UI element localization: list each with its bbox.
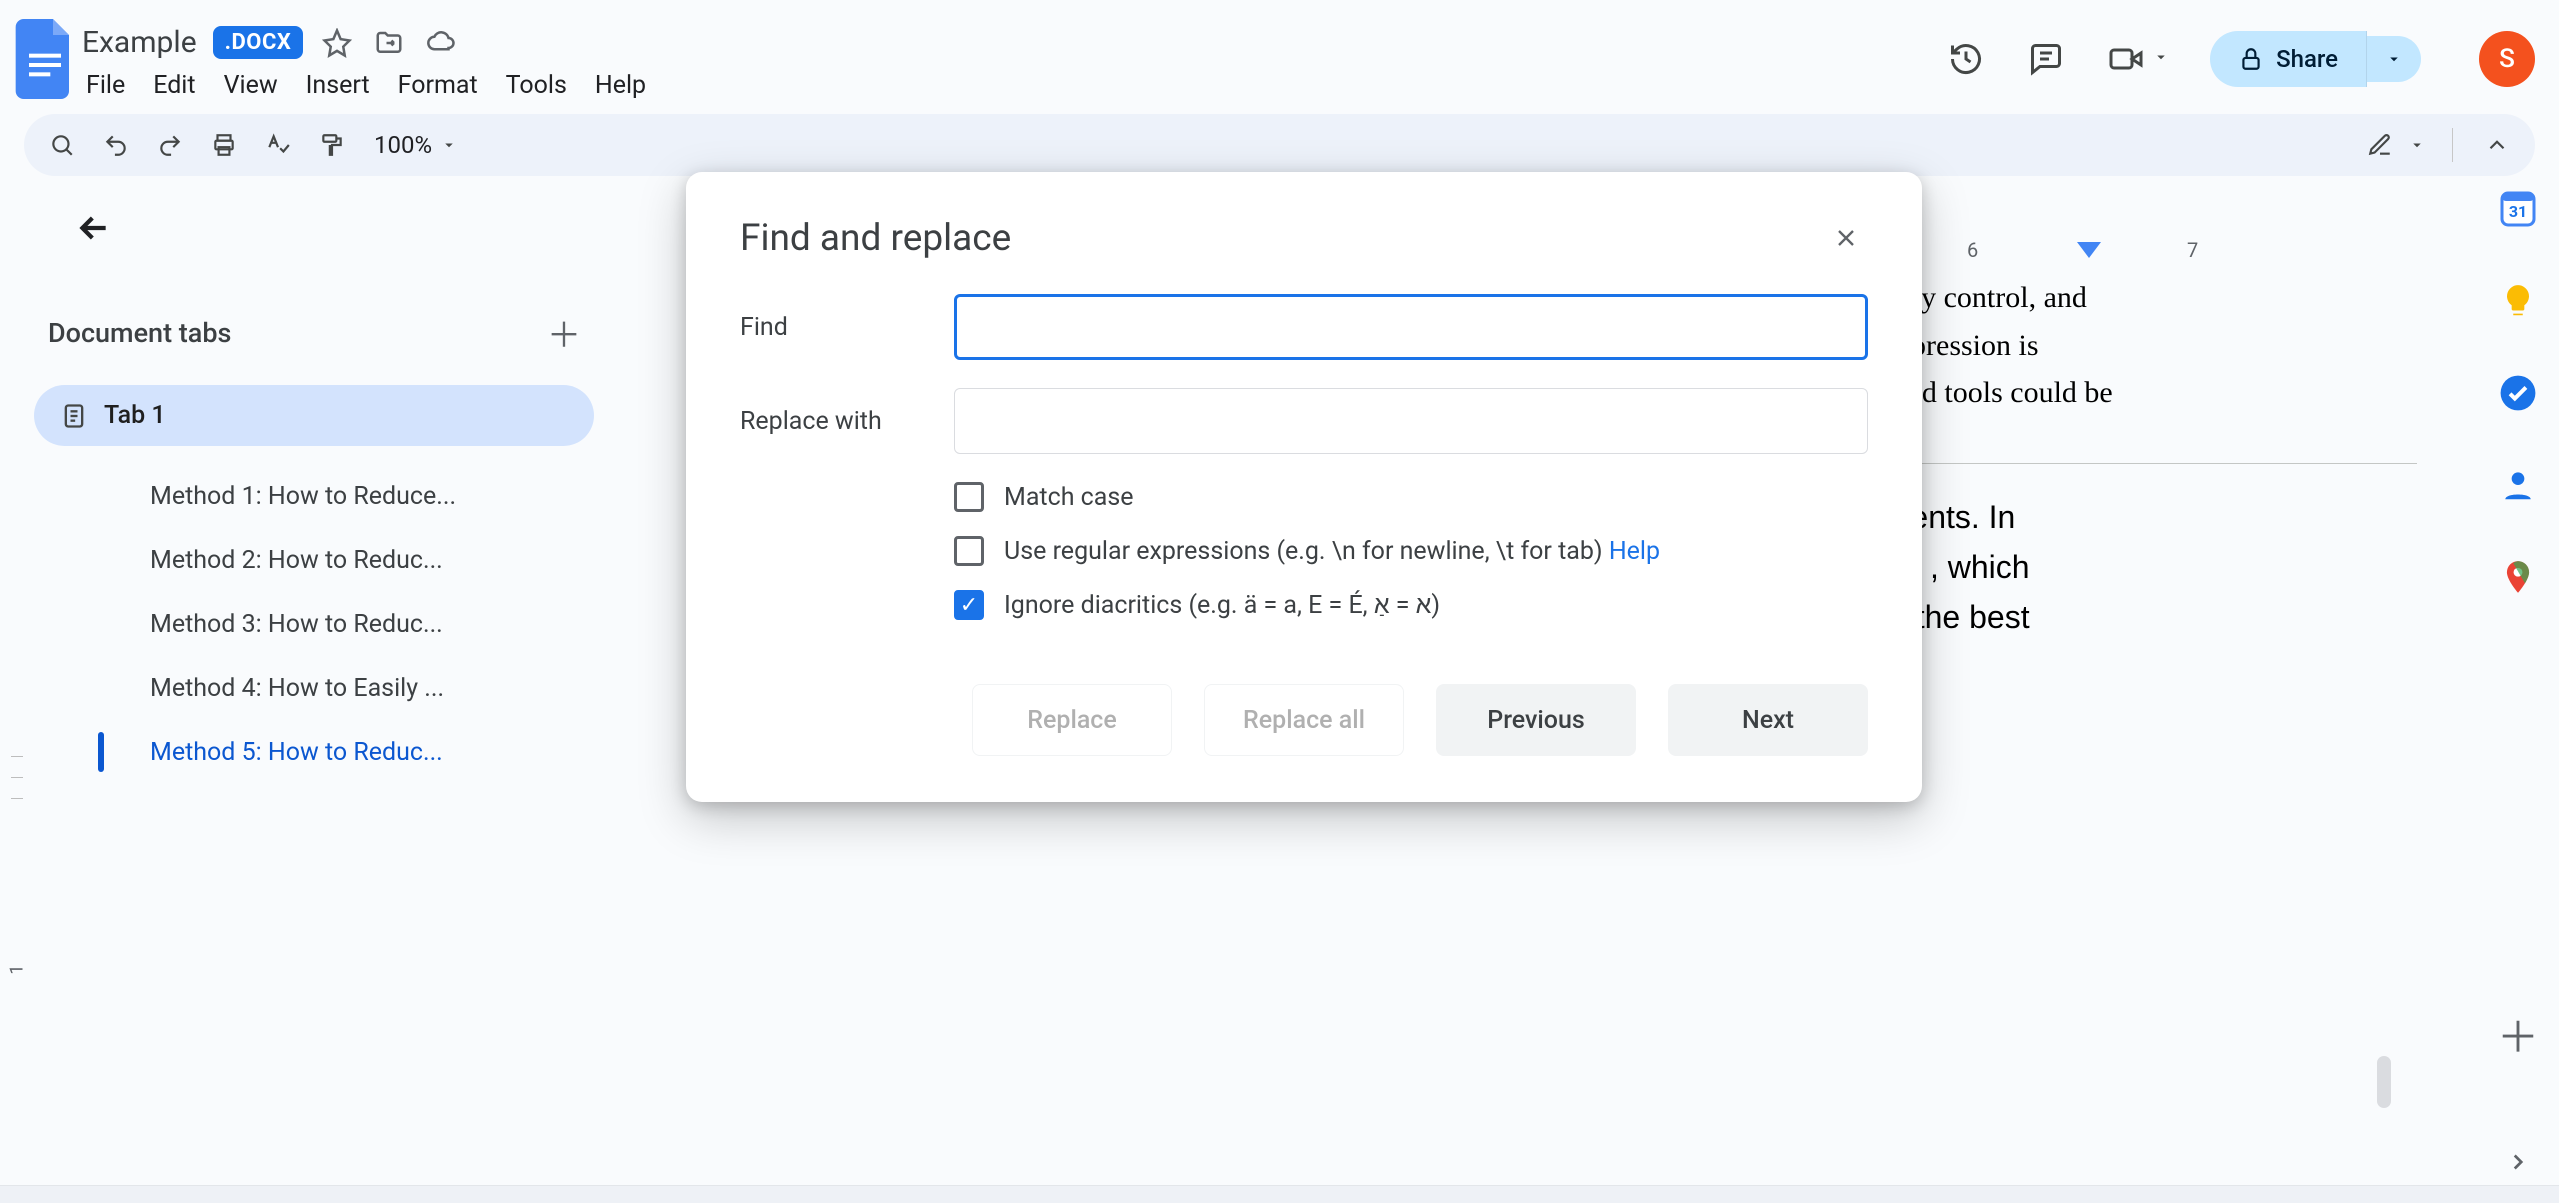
menu-bar: File Edit View Insert Format Tools Help	[82, 71, 1946, 100]
history-icon[interactable]	[1946, 39, 1986, 79]
tab-item-label: Tab 1	[104, 401, 166, 430]
side-panel-rail: 31 ＋	[2477, 176, 2559, 1203]
outline-item-label: Method 4: How to Easily ...	[150, 674, 598, 703]
move-folder-icon[interactable]	[371, 25, 407, 61]
dialog-title: Find and replace	[740, 217, 1011, 260]
zoom-selector[interactable]: 100%	[374, 131, 458, 159]
outline-item-label: Method 1: How to Reduce...	[150, 482, 598, 511]
spellcheck-icon[interactable]	[260, 127, 296, 163]
next-button[interactable]: Next	[1668, 684, 1868, 756]
outline-item-label: Method 5: How to Reduc...	[150, 738, 598, 767]
match-case-checkbox[interactable]	[954, 482, 984, 512]
account-avatar[interactable]: S	[2479, 31, 2535, 87]
hide-side-panel-icon[interactable]	[2505, 1145, 2531, 1183]
docs-logo-icon[interactable]	[12, 14, 78, 104]
sidebar-title: Document tabs	[48, 317, 231, 349]
replace-label: Replace with	[740, 407, 954, 436]
contacts-app-icon[interactable]	[2497, 464, 2539, 506]
share-button[interactable]: Share	[2210, 31, 2367, 87]
undo-icon[interactable]	[98, 127, 134, 163]
find-replace-dialog: Find and replace Find Replace with Match…	[686, 172, 1922, 802]
tab-doc-icon	[60, 402, 88, 430]
keep-app-icon[interactable]	[2497, 280, 2539, 322]
previous-button[interactable]: Previous	[1436, 684, 1636, 756]
redo-icon[interactable]	[152, 127, 188, 163]
print-icon[interactable]	[206, 127, 242, 163]
app-header: Example .DOCX File Edit View Insert Form…	[0, 0, 2559, 108]
collapse-toolbar-icon[interactable]	[2479, 127, 2515, 163]
toolbar: 100%	[24, 114, 2535, 176]
replace-input[interactable]	[954, 388, 1868, 454]
menu-edit[interactable]: Edit	[153, 71, 195, 100]
find-label: Find	[740, 313, 954, 342]
zoom-value: 100%	[374, 131, 432, 159]
star-icon[interactable]	[319, 25, 355, 61]
replace-all-button[interactable]: Replace all	[1204, 684, 1404, 756]
menu-view[interactable]: View	[224, 71, 278, 100]
maps-app-icon[interactable]	[2497, 556, 2539, 598]
diacritics-label: Ignore diacritics (e.g. ä = a, E = É, א …	[1004, 591, 1440, 620]
calendar-app-icon[interactable]: 31	[2497, 188, 2539, 230]
ruler-tick-label: 6	[1967, 238, 1978, 262]
lock-icon	[2238, 46, 2264, 72]
calendar-day-label: 31	[2509, 202, 2527, 221]
menu-help[interactable]: Help	[595, 71, 646, 100]
diacritics-checkbox[interactable]: ✓	[954, 590, 984, 620]
add-app-icon[interactable]: ＋	[2497, 1004, 2539, 1065]
menu-tools[interactable]: Tools	[506, 71, 567, 100]
menu-format[interactable]: Format	[398, 71, 478, 100]
tab-item-active[interactable]: Tab 1	[34, 385, 594, 446]
ruler-marker-icon[interactable]	[2077, 242, 2101, 258]
regex-label: Use regular expressions (e.g. \n for new…	[1004, 537, 1609, 566]
outline-item[interactable]: Method 2: How to Reduc...	[34, 528, 598, 592]
outline-item[interactable]: Method 1: How to Reduce...	[34, 464, 598, 528]
cloud-status-icon[interactable]	[423, 25, 459, 61]
tasks-app-icon[interactable]	[2497, 372, 2539, 414]
search-icon[interactable]	[44, 127, 80, 163]
replace-button[interactable]: Replace	[972, 684, 1172, 756]
ruler-tick-label: 7	[2187, 238, 2198, 262]
back-arrow-icon[interactable]	[74, 204, 122, 252]
docx-badge: .DOCX	[213, 26, 304, 59]
outline-item-label: Method 2: How to Reduc...	[150, 546, 598, 575]
outline-item[interactable]: Method 4: How to Easily ...	[34, 656, 598, 720]
outline-item[interactable]: Method 5: How to Reduc...	[34, 720, 598, 784]
chevron-down-icon	[440, 136, 458, 154]
document-outline: Method 1: How to Reduce... Method 2: How…	[34, 464, 598, 784]
menu-file[interactable]: File	[86, 71, 125, 100]
share-label: Share	[2276, 45, 2338, 73]
meet-dropdown-icon[interactable]	[2152, 48, 2170, 70]
outline-item-label: Method 3: How to Reduc...	[150, 610, 598, 639]
document-tabs-sidebar: Document tabs ＋ Tab 1 Method 1: How to R…	[0, 176, 620, 1203]
meet-icon[interactable]	[2106, 39, 2146, 79]
horizontal-scrollbar[interactable]	[0, 1185, 2559, 1203]
match-case-label: Match case	[1004, 483, 1134, 512]
vertical-scrollbar[interactable]	[2377, 1056, 2391, 1108]
vruler-label: 1	[7, 964, 28, 974]
editing-mode-icon[interactable]	[2362, 127, 2398, 163]
chevron-down-icon[interactable]	[2408, 136, 2426, 154]
outline-item[interactable]: Method 3: How to Reduc...	[34, 592, 598, 656]
paint-format-icon[interactable]	[314, 127, 350, 163]
close-icon[interactable]	[1824, 216, 1868, 260]
divider	[2452, 128, 2453, 162]
regex-help-link[interactable]: Help	[1609, 537, 1660, 566]
regex-checkbox[interactable]	[954, 536, 984, 566]
vertical-ruler: 1	[0, 736, 34, 1203]
document-title[interactable]: Example	[82, 25, 197, 60]
find-input[interactable]	[954, 294, 1868, 360]
menu-insert[interactable]: Insert	[306, 71, 370, 100]
add-tab-icon[interactable]: ＋	[544, 308, 584, 357]
comments-icon[interactable]	[2026, 39, 2066, 79]
share-dropdown[interactable]	[2367, 36, 2421, 82]
